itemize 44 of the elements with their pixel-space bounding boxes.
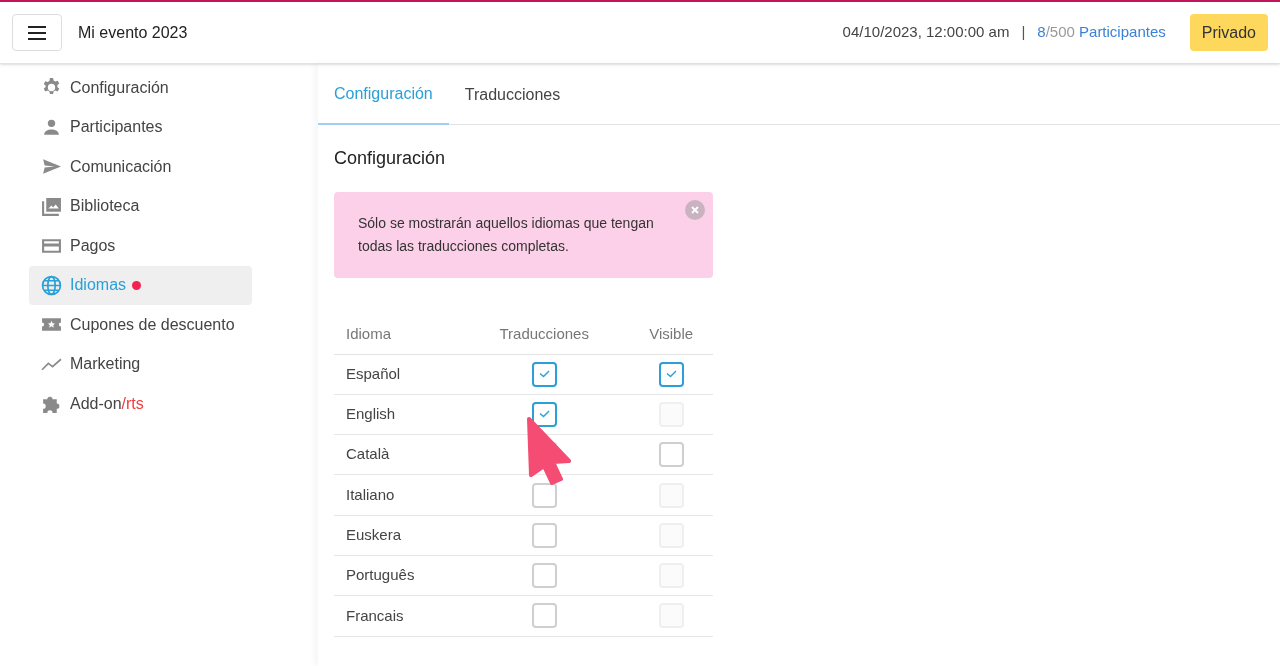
checkbox[interactable]	[658, 442, 684, 468]
checkmark-icon	[538, 370, 550, 379]
language-name: Español	[334, 354, 459, 395]
close-button[interactable]	[685, 200, 705, 220]
sidebar-item[interactable]: Comunicación	[29, 147, 252, 187]
participants-link[interactable]: 8/500 Participantes	[1037, 21, 1166, 44]
checkbox[interactable]	[531, 522, 557, 548]
checkmark-icon	[665, 370, 677, 379]
sidebar-item[interactable]: Cupones de descuento	[29, 305, 252, 345]
checkbox[interactable]	[531, 361, 557, 387]
sidebar-item[interactable]: Configuración	[29, 68, 252, 108]
event-title: Mi evento 2023	[78, 22, 188, 43]
globe-icon	[41, 274, 62, 296]
section-title: Configuración	[334, 147, 447, 170]
language-name: Català	[334, 434, 459, 475]
checkmark-icon	[538, 410, 550, 419]
language-name: Português	[334, 555, 459, 596]
language-name: Euskera	[334, 515, 459, 556]
column-header: Visible	[629, 314, 713, 354]
close-icon	[691, 206, 699, 214]
column-header: Idioma	[334, 314, 459, 354]
pointer-icon	[525, 415, 573, 485]
privacy-button[interactable]: Privado	[1189, 14, 1268, 51]
event-date: 04/10/2023, 12:00:00 am	[842, 22, 1010, 43]
checkbox[interactable]	[531, 563, 557, 589]
language-name: Francais	[334, 595, 459, 637]
sidebar-item[interactable]: Participantes	[29, 107, 252, 147]
checkbox[interactable]	[531, 482, 557, 508]
sidebar-item[interactable]: Biblioteca	[29, 186, 252, 226]
language-name: Italiano	[334, 474, 459, 516]
sidebar-item[interactable]: Marketing	[29, 344, 252, 384]
sidebar-item[interactable]: Pagos	[29, 226, 252, 266]
menu-button[interactable]	[12, 14, 62, 51]
sidebar-item[interactable]: Add-on/rts	[29, 384, 252, 424]
checkbox[interactable]	[531, 603, 557, 629]
column-header: Traducciones	[459, 314, 630, 354]
tab[interactable]: Traducciones	[448, 64, 577, 125]
checkbox[interactable]	[658, 361, 684, 387]
checkbox[interactable]	[531, 401, 557, 427]
separator: |	[1021, 22, 1026, 43]
menu-icon	[28, 25, 46, 40]
images-icon	[41, 195, 62, 217]
alert-text: Sólo se mostrarán aquellos idiomas que tengan todas las traducciones completas.	[358, 214, 655, 256]
language-name: English	[334, 394, 459, 435]
